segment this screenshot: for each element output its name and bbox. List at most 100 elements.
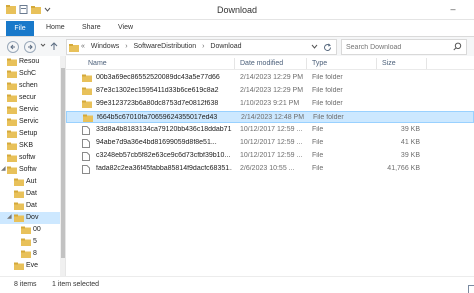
column-header-type[interactable]: Type bbox=[312, 60, 327, 67]
nav-item-setup[interactable]: Setup bbox=[0, 128, 65, 140]
folder-icon bbox=[7, 142, 17, 152]
address-bar[interactable]: « Windows › SoftwareDistribution › Downl… bbox=[66, 39, 337, 55]
folder-icon bbox=[14, 262, 24, 272]
nav-item-label: 5 bbox=[33, 238, 37, 245]
folder-icon bbox=[7, 106, 17, 116]
nav-item-label: softw bbox=[19, 154, 36, 161]
navigation-bar: « Windows › SoftwareDistribution › Downl… bbox=[0, 37, 474, 56]
breadcrumb-download[interactable]: Download bbox=[210, 43, 241, 50]
scrollbar-thumb[interactable] bbox=[61, 68, 65, 258]
table-row[interactable]: 00b3a69ec86552520089dc43a5e77d66 2/14/20… bbox=[66, 72, 474, 84]
nav-item-skb[interactable]: SKB bbox=[0, 140, 65, 152]
folder-icon bbox=[21, 250, 31, 260]
nav-item-schen[interactable]: schen bbox=[0, 80, 65, 92]
minimize-button[interactable]: – bbox=[448, 4, 458, 14]
back-button[interactable] bbox=[7, 41, 19, 53]
location-folder-icon bbox=[69, 43, 79, 54]
nav-item-dat-2[interactable]: Dat bbox=[0, 200, 65, 212]
up-arrow-icon[interactable] bbox=[50, 42, 58, 53]
column-header-size[interactable]: Size bbox=[382, 60, 396, 67]
table-row-selected[interactable]: f664b5c67010fa70659624355017ed43 2/14/20… bbox=[66, 111, 474, 123]
folder-icon bbox=[14, 214, 24, 224]
breadcrumb-overflow[interactable]: « bbox=[81, 43, 85, 50]
item-count: 8 items bbox=[14, 281, 37, 288]
nav-item-softw[interactable]: softw bbox=[0, 152, 65, 164]
nav-item-servic[interactable]: Servic bbox=[0, 104, 65, 116]
table-row[interactable]: fada82c2ea36f45fabba85814f9dacfc68351...… bbox=[66, 163, 474, 175]
nav-item-dat[interactable]: Dat bbox=[0, 188, 65, 200]
folder-icon bbox=[14, 202, 24, 212]
folder-icon bbox=[7, 154, 17, 164]
file-date: 2/14/2023 12:48 PM bbox=[241, 114, 305, 121]
folder-icon bbox=[14, 178, 24, 188]
folder-icon bbox=[7, 118, 17, 128]
folder-icon bbox=[7, 166, 17, 176]
tab-view[interactable]: View bbox=[118, 24, 133, 31]
nav-item-label: Dov bbox=[26, 214, 39, 221]
file-name: 99e3123723b6a80dc8753d7e0812f638 bbox=[96, 100, 219, 107]
folder-icon bbox=[83, 114, 93, 124]
tab-file[interactable]: File bbox=[6, 21, 34, 36]
folder-icon bbox=[82, 100, 92, 110]
file-date: 10/12/2017 12:59 ... bbox=[240, 139, 303, 146]
file-size: 39 KB bbox=[400, 152, 420, 159]
file-name: c3248eb57cb5f82e63ce9c6d73cfbf39b10... bbox=[96, 152, 231, 159]
nav-item-5[interactable]: 5 bbox=[0, 236, 65, 248]
search-icon[interactable] bbox=[453, 42, 462, 53]
ribbon: File Home Share View bbox=[0, 20, 474, 37]
file-type: File folder bbox=[312, 87, 343, 94]
column-divider[interactable] bbox=[234, 58, 235, 69]
column-header-date[interactable]: Date modified bbox=[240, 60, 283, 67]
nav-item-schc[interactable]: SchC bbox=[0, 68, 65, 80]
tab-share[interactable]: Share bbox=[82, 24, 101, 31]
large-icons-view-icon[interactable] bbox=[468, 285, 474, 293]
forward-button[interactable] bbox=[24, 41, 36, 53]
nav-item-resou[interactable]: Resou bbox=[0, 56, 65, 68]
column-divider[interactable] bbox=[306, 58, 307, 69]
breadcrumb-softwaredistribution[interactable]: SoftwareDistribution bbox=[134, 43, 197, 50]
nav-item-servic-2[interactable]: Servic bbox=[0, 116, 65, 128]
breadcrumb-separator-icon[interactable]: › bbox=[202, 43, 204, 50]
tab-home[interactable]: Home bbox=[46, 24, 65, 31]
table-row[interactable]: 94abe7d9a36e4bd81699059d8f8e51... 10/12/… bbox=[66, 137, 474, 149]
nav-item-softwaredistribution[interactable]: ◢ Softw bbox=[0, 164, 65, 176]
expanded-arrow-icon[interactable]: ◢ bbox=[7, 213, 12, 220]
file-date: 1/10/2023 9:21 PM bbox=[240, 100, 300, 107]
table-row[interactable]: 99e3123723b6a80dc8753d7e0812f638 1/10/20… bbox=[66, 98, 474, 110]
nav-item-eve[interactable]: Eve bbox=[0, 260, 65, 272]
nav-item-aut[interactable]: Aut bbox=[0, 176, 65, 188]
file-list: Name Date modified Type Size 00b3a69ec86… bbox=[66, 56, 474, 276]
refresh-icon[interactable] bbox=[323, 43, 332, 54]
search-box[interactable] bbox=[341, 39, 467, 55]
file-name: 94abe7d9a36e4bd81699059d8f8e51... bbox=[96, 139, 217, 146]
file-date: 2/6/2023 10:55 ... bbox=[240, 165, 295, 172]
column-divider[interactable] bbox=[426, 58, 427, 69]
table-row[interactable]: c3248eb57cb5f82e63ce9c6d73cfbf39b10... 1… bbox=[66, 150, 474, 162]
nav-item-label: Dat bbox=[26, 190, 37, 197]
table-row[interactable]: 33d8a4b8183134ca79120bb436c18ddab71... 1… bbox=[66, 124, 474, 136]
nav-item-label: Eve bbox=[26, 262, 39, 269]
chevron-down-icon[interactable] bbox=[311, 44, 318, 52]
column-divider[interactable] bbox=[376, 58, 377, 69]
nav-item-secur[interactable]: secur bbox=[0, 92, 65, 104]
file-name: 00b3a69ec86552520089dc43a5e77d66 bbox=[96, 74, 220, 81]
search-input[interactable] bbox=[342, 40, 452, 54]
recent-locations-icon[interactable] bbox=[40, 42, 46, 50]
column-header-name[interactable]: Name bbox=[88, 60, 107, 67]
file-name: 33d8a4b8183134ca79120bb436c18ddab71... bbox=[96, 126, 232, 133]
folder-icon bbox=[21, 226, 31, 236]
file-size: 41,766 KB bbox=[387, 165, 420, 172]
expanded-arrow-icon[interactable]: ◢ bbox=[1, 165, 6, 172]
nav-item-download[interactable]: ◢ Dov bbox=[0, 212, 65, 224]
window-title: Download bbox=[216, 5, 258, 15]
table-row[interactable]: 87e3c1302ec1595411d33b6ce619c8a2 2/14/20… bbox=[66, 85, 474, 97]
folder-icon bbox=[21, 238, 31, 248]
breadcrumb-windows[interactable]: Windows bbox=[91, 43, 119, 50]
breadcrumb-separator-icon[interactable]: › bbox=[125, 43, 127, 50]
file-icon bbox=[82, 126, 90, 137]
file-type: File bbox=[312, 126, 324, 133]
nav-item-8[interactable]: 8 bbox=[0, 248, 65, 260]
nav-item-00[interactable]: 00 bbox=[0, 224, 65, 236]
folder-icon bbox=[7, 82, 17, 92]
file-type: File folder bbox=[313, 114, 344, 121]
